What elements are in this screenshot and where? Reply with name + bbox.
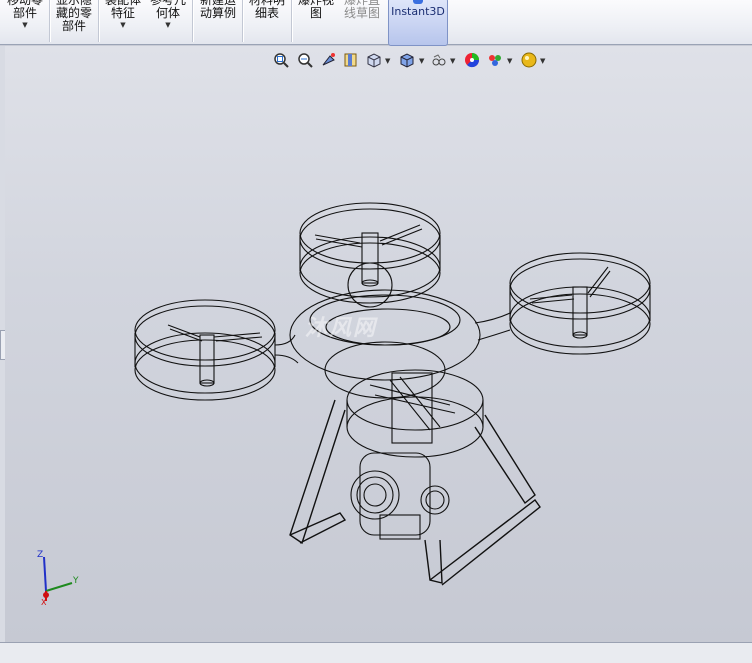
ribbon-divider: [291, 0, 292, 42]
explode-line-sketch-button[interactable]: 爆炸直 线草图: [340, 0, 384, 42]
right-rotor-guard: [509, 252, 651, 355]
explode-line-sketch-label: 爆炸直 线草图: [343, 0, 380, 20]
ribbon-divider: [98, 0, 99, 42]
new-motion-study-label: 新建运 动算例: [199, 0, 236, 20]
zoom-to-area-icon[interactable]: [296, 51, 314, 69]
y-axis-line: [45, 582, 73, 592]
chevron-down-icon[interactable]: ▼: [385, 57, 390, 65]
hide-show-items-icon[interactable]: [430, 51, 448, 69]
chevron-down-icon[interactable]: ▼: [450, 57, 455, 65]
reference-triad: Z Y X: [37, 550, 79, 605]
chevron-down-icon[interactable]: ▼: [2, 21, 48, 29]
zoom-to-fit-icon[interactable]: [272, 51, 290, 69]
chevron-down-icon[interactable]: ▼: [146, 21, 190, 29]
show-hidden-label: 显示隐 藏的零 部件: [55, 0, 92, 33]
view-orientation-icon[interactable]: [365, 51, 383, 69]
watermark-text: 沐风网: [305, 316, 378, 341]
z-axis-line: [43, 556, 47, 592]
exploded-view-label: 爆炸视 图: [297, 0, 334, 20]
move-component-button[interactable]: 移动零 部件 ▼: [2, 0, 48, 42]
instant3d-icon: [413, 0, 423, 4]
bottom-rotor-and-camera: [346, 369, 484, 540]
instant3d-label: Instant3D: [391, 5, 445, 18]
new-motion-study-button[interactable]: 新建运 动算例: [196, 0, 240, 42]
landing-gear: [289, 399, 541, 586]
status-bar: [0, 642, 752, 663]
drone-wireframe-model[interactable]: [130, 195, 670, 595]
instant3d-button[interactable]: Instant3D: [388, 0, 448, 46]
left-rotor-guard: [134, 299, 276, 401]
chevron-down-icon[interactable]: ▼: [101, 21, 145, 29]
ribbon-divider: [242, 0, 243, 42]
bom-label: 材料明 细表: [248, 0, 285, 20]
edit-appearance-icon[interactable]: [463, 51, 481, 69]
bill-of-materials-button[interactable]: 材料明 细表: [245, 0, 289, 42]
apply-scene-icon[interactable]: [486, 51, 504, 69]
view-settings-icon[interactable]: [520, 51, 538, 69]
chevron-down-icon[interactable]: ▼: [419, 57, 424, 65]
assembly-feature-label: 装配体 特征: [104, 0, 141, 20]
show-hidden-components-button[interactable]: 显示隐 藏的零 部件: [52, 0, 96, 42]
triad-x-label: X: [41, 598, 47, 605]
section-view-icon[interactable]: [342, 51, 360, 69]
triad-z-label: Z: [37, 550, 43, 560]
command-manager-ribbon: 移动零 部件 ▼ 显示隐 藏的零 部件 装配体 特征 ▼ 参考几 何体 ▼ 新建…: [0, 0, 752, 46]
previous-view-icon[interactable]: [320, 51, 338, 69]
assembly-feature-button[interactable]: 装配体 特征 ▼: [101, 0, 145, 42]
reference-geometry-button[interactable]: 参考几 何体 ▼: [146, 0, 190, 42]
triad-y-label: Y: [72, 576, 79, 586]
move-component-label: 移动零 部件: [6, 0, 43, 20]
top-rotor-guard: [299, 202, 441, 308]
chevron-down-icon[interactable]: ▼: [507, 57, 512, 65]
ribbon-divider: [192, 0, 193, 42]
reference-geometry-label: 参考几 何体: [149, 0, 186, 20]
ribbon-divider: [49, 0, 50, 42]
display-style-icon[interactable]: [398, 51, 416, 69]
exploded-view-button[interactable]: 爆炸视 图: [294, 0, 338, 42]
chevron-down-icon[interactable]: ▼: [540, 57, 545, 65]
